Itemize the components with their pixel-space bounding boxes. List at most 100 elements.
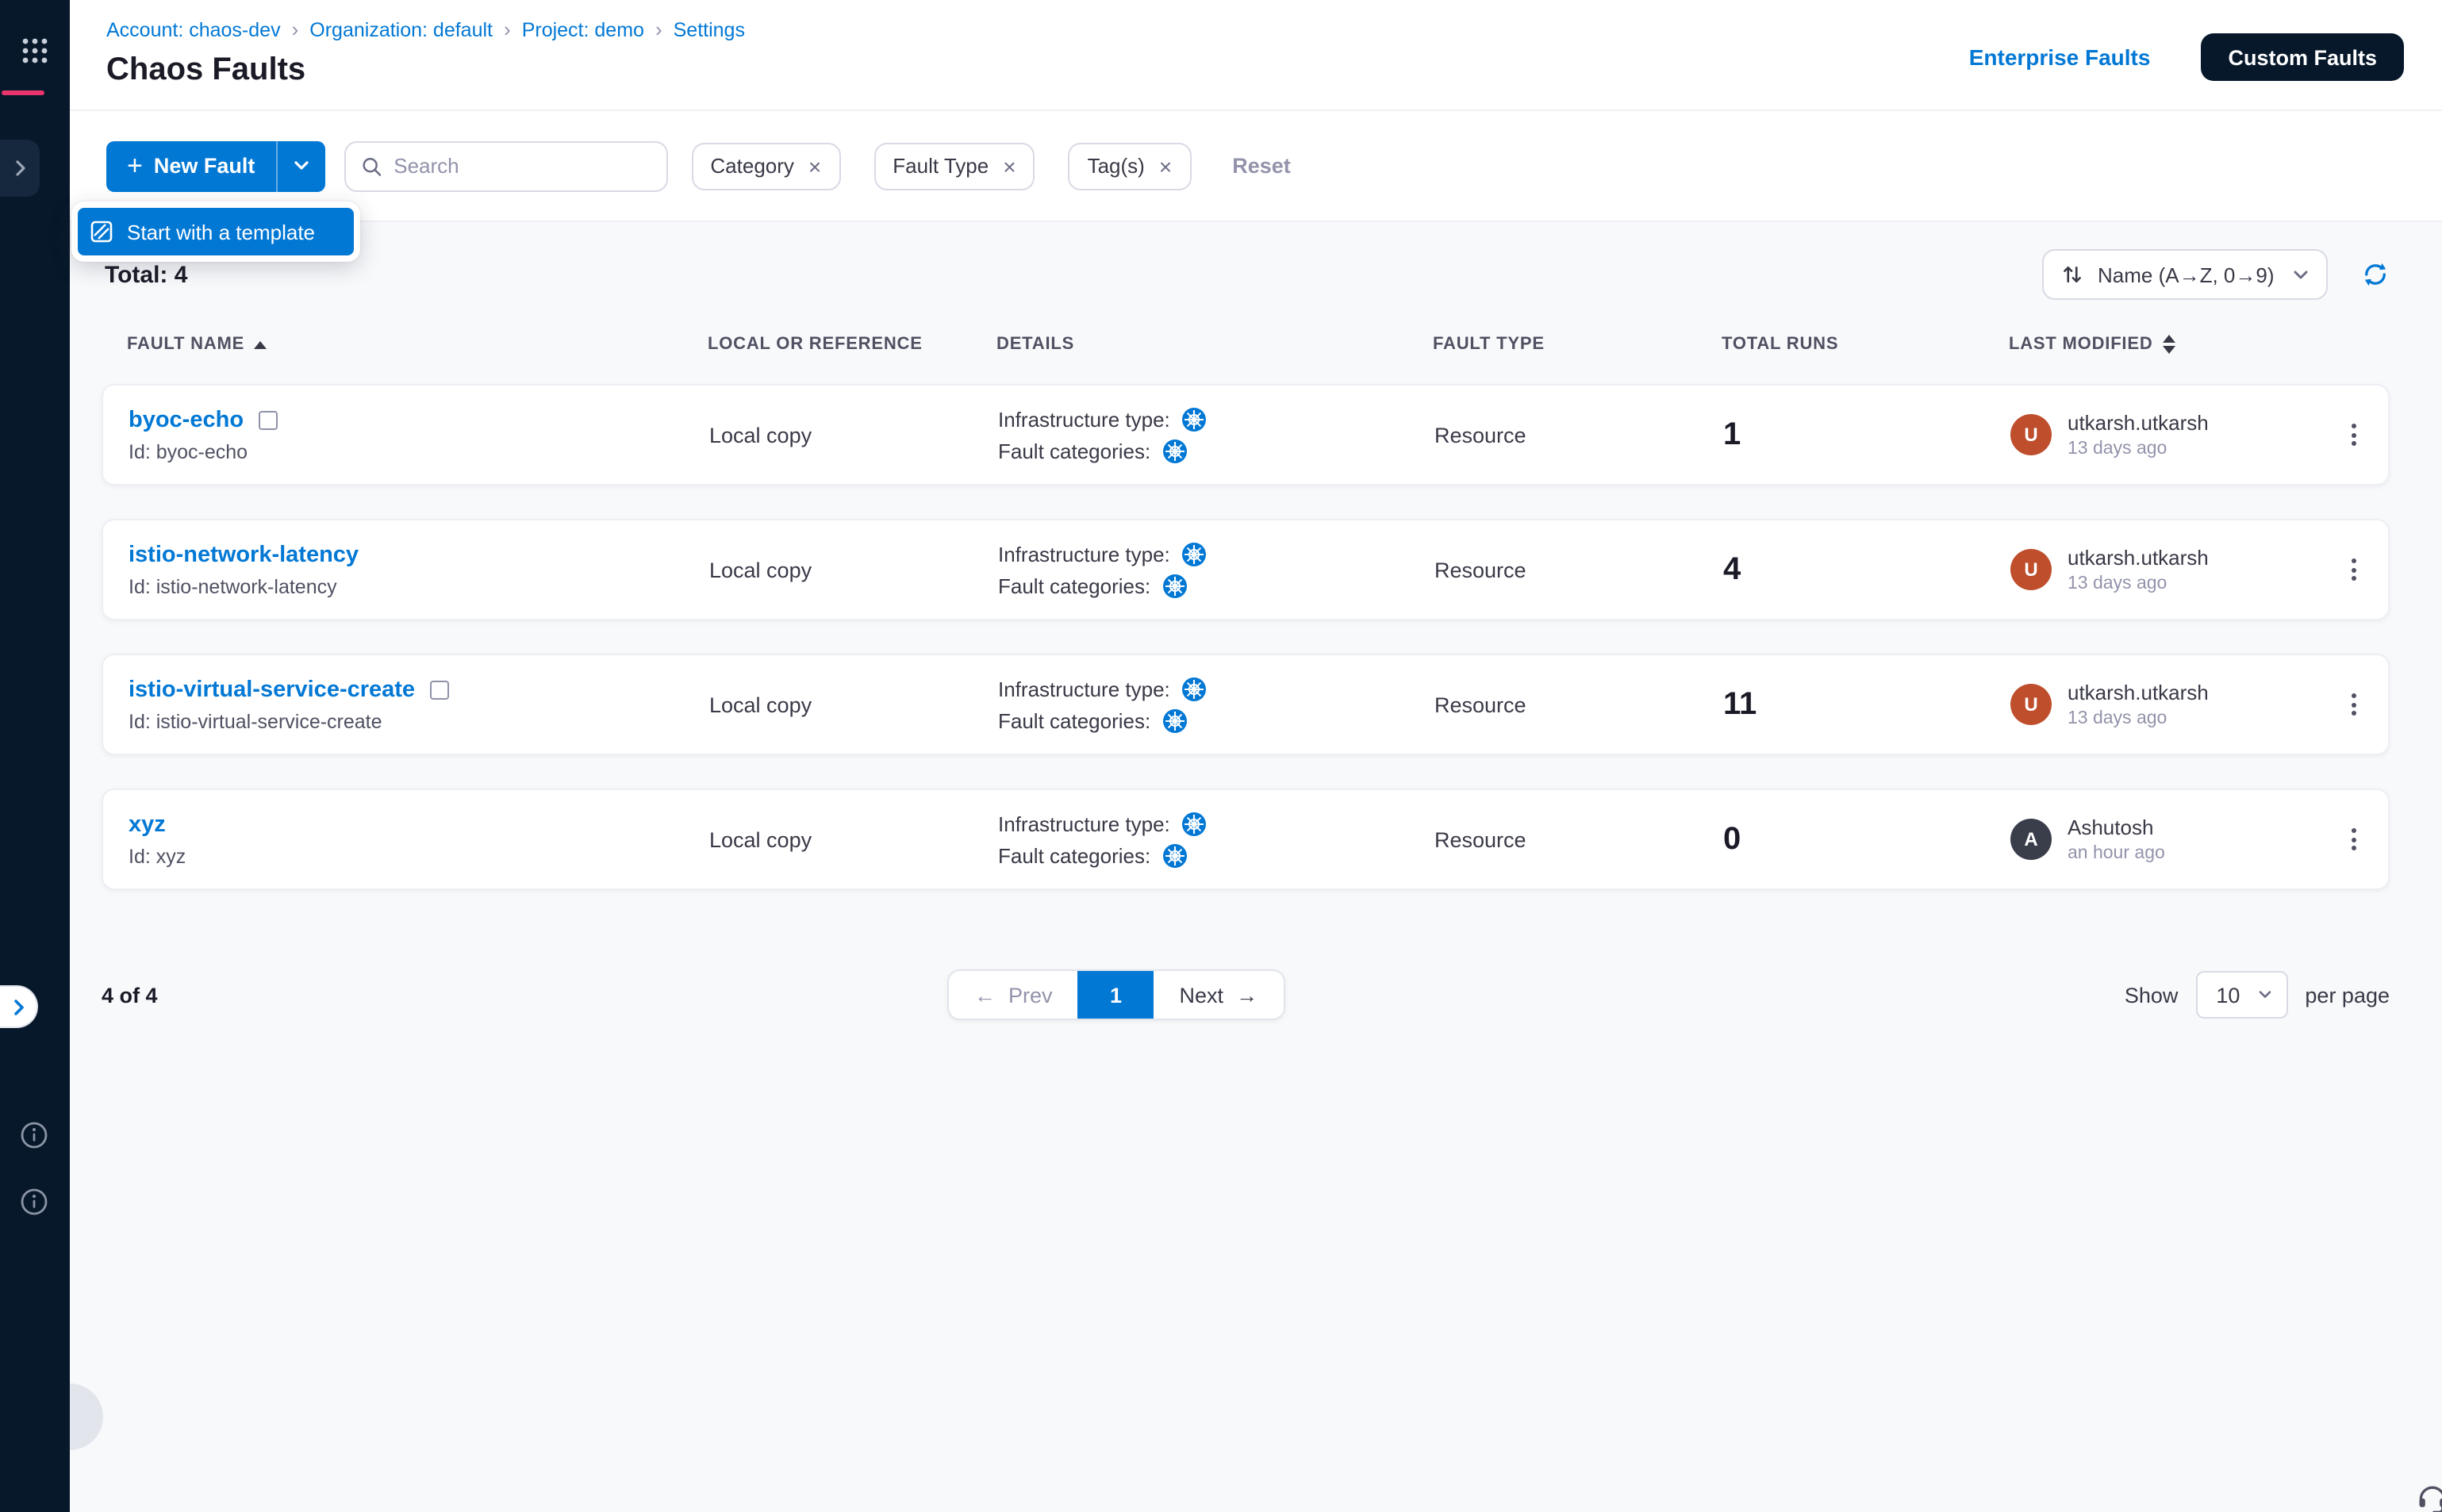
last-modified-cell: U utkarsh.utkarsh 13 days ago bbox=[2010, 546, 2318, 593]
total-runs-value: 11 bbox=[1723, 686, 2010, 723]
prev-page-button[interactable]: ← Prev bbox=[949, 971, 1078, 1019]
sort-dropdown[interactable]: Name (A→Z, 0→9) bbox=[2042, 249, 2328, 300]
custom-faults-button[interactable]: Custom Faults bbox=[2201, 33, 2404, 81]
menu-item-label: Start with a template bbox=[127, 220, 315, 244]
page-size-controls: Show 10 per page bbox=[2125, 971, 2390, 1019]
close-icon[interactable]: × bbox=[1159, 155, 1172, 177]
row-menu-button[interactable] bbox=[2318, 815, 2388, 863]
row-menu-button[interactable] bbox=[2318, 411, 2388, 459]
row-menu-button[interactable] bbox=[2318, 546, 2388, 593]
kubernetes-icon bbox=[1183, 677, 1207, 700]
fault-name-link[interactable]: istio-network-latency bbox=[129, 542, 359, 567]
chevron-right-icon: › bbox=[504, 17, 511, 41]
search-input[interactable] bbox=[394, 154, 650, 178]
faults-toolbar: + New Fault Start with a t bbox=[70, 111, 2442, 222]
total-runs-value: 0 bbox=[1723, 821, 2010, 858]
breadcrumb-project[interactable]: Project: demo bbox=[522, 18, 644, 40]
last-modified-cell: A Ashutosh an hour ago bbox=[2010, 815, 2318, 863]
per-page-label: per page bbox=[2305, 983, 2390, 1007]
refresh-button[interactable] bbox=[2361, 260, 2390, 289]
close-icon[interactable]: × bbox=[808, 155, 821, 177]
fault-name-link[interactable]: xyz bbox=[129, 812, 166, 837]
modified-by: Ashutosh bbox=[2068, 815, 2165, 839]
nav-open-tab[interactable] bbox=[0, 985, 38, 1028]
faults-list-section: Total: 4 Name (A→Z, 0→9) bbox=[70, 222, 2442, 1512]
filter-chip-category[interactable]: Category × bbox=[691, 142, 840, 190]
reset-filters-button[interactable]: Reset bbox=[1232, 154, 1291, 178]
fault-details: Infrastructure type: Fault categories: bbox=[998, 677, 1434, 732]
modified-time: 13 days ago bbox=[2068, 709, 2209, 728]
modified-by: utkarsh.utkarsh bbox=[2068, 681, 2209, 704]
page-1-button[interactable]: 1 bbox=[1078, 971, 1154, 1019]
fault-details: Infrastructure type: Fault categories: bbox=[998, 812, 1434, 867]
menu-item-start-with-template[interactable]: Start with a template bbox=[78, 208, 354, 255]
row-menu-button[interactable] bbox=[2318, 681, 2388, 728]
chevron-down-icon bbox=[293, 160, 309, 171]
filter-chip-label: Category bbox=[710, 154, 794, 178]
total-count-label: Total: 4 bbox=[102, 261, 187, 288]
fault-id: Id: istio-virtual-service-create bbox=[129, 710, 709, 732]
new-fault-split-button: + New Fault bbox=[106, 140, 324, 191]
support-headset-icon[interactable] bbox=[2415, 1480, 2442, 1512]
kubernetes-icon bbox=[1183, 407, 1207, 431]
fault-details: Infrastructure type: Fault categories: bbox=[998, 542, 1434, 597]
fault-categories-label: Fault categories: bbox=[998, 439, 1150, 462]
outline-square-icon bbox=[429, 680, 448, 699]
enterprise-faults-link[interactable]: Enterprise Faults bbox=[1969, 44, 2151, 70]
infrastructure-type-label: Infrastructure type: bbox=[998, 677, 1170, 700]
pagination-count: 4 of 4 bbox=[102, 983, 158, 1007]
local-or-reference-value: Local copy bbox=[709, 693, 998, 716]
column-last-modified[interactable]: LAST MODIFIED bbox=[2009, 335, 2320, 354]
info-icon[interactable] bbox=[21, 1122, 48, 1157]
page-size-select[interactable]: 10 bbox=[2195, 971, 2287, 1019]
fault-type-value: Resource bbox=[1434, 558, 1723, 581]
modified-by: utkarsh.utkarsh bbox=[2068, 546, 2209, 570]
page-header: Account: chaos-dev › Organization: defau… bbox=[70, 0, 2442, 111]
fault-type-value: Resource bbox=[1434, 423, 1723, 447]
sort-asc-icon bbox=[254, 340, 267, 348]
sort-arrows-icon bbox=[2061, 263, 2083, 286]
breadcrumb-settings[interactable]: Settings bbox=[674, 18, 745, 40]
fault-id: Id: byoc-echo bbox=[129, 440, 709, 462]
new-fault-dropdown-button[interactable] bbox=[277, 140, 324, 191]
filter-chip-label: Tag(s) bbox=[1088, 154, 1145, 178]
fault-name-link[interactable]: istio-virtual-service-create bbox=[129, 677, 415, 702]
avatar: U bbox=[2010, 549, 2052, 590]
help-icon[interactable] bbox=[21, 1188, 48, 1223]
last-modified-cell: U utkarsh.utkarsh 13 days ago bbox=[2010, 681, 2318, 728]
close-icon[interactable]: × bbox=[1003, 155, 1016, 177]
kubernetes-icon bbox=[1183, 542, 1207, 566]
total-runs-value: 4 bbox=[1723, 551, 2010, 588]
filter-chip-fault-type[interactable]: Fault Type × bbox=[874, 142, 1035, 190]
breadcrumb-organization[interactable]: Organization: default bbox=[309, 18, 493, 40]
plus-icon: + bbox=[127, 152, 143, 179]
sidebar-expand-tab[interactable] bbox=[0, 140, 40, 197]
prev-label: Prev bbox=[1008, 983, 1053, 1007]
column-fault-name[interactable]: FAULT NAME bbox=[127, 335, 708, 354]
fault-row: istio-network-latency Id: istio-network-… bbox=[102, 519, 2390, 620]
new-fault-label: New Fault bbox=[154, 154, 255, 178]
outline-square-icon bbox=[258, 410, 277, 429]
last-modified-cell: U utkarsh.utkarsh 13 days ago bbox=[2010, 411, 2318, 459]
refresh-icon bbox=[2361, 260, 2390, 289]
fault-row: istio-virtual-service-create Id: istio-v… bbox=[102, 654, 2390, 755]
page-size-value: 10 bbox=[2216, 983, 2240, 1007]
arrow-right-icon: → bbox=[1236, 983, 1257, 1007]
kubernetes-icon bbox=[1163, 843, 1187, 867]
kubernetes-icon bbox=[1163, 574, 1187, 597]
infrastructure-type-label: Infrastructure type: bbox=[998, 542, 1170, 566]
breadcrumb: Account: chaos-dev › Organization: defau… bbox=[106, 17, 745, 41]
app-grid-icon[interactable] bbox=[21, 36, 49, 73]
new-fault-button[interactable]: + New Fault bbox=[106, 140, 277, 191]
list-toolbar: Total: 4 Name (A→Z, 0→9) bbox=[102, 249, 2390, 300]
column-label: LAST MODIFIED bbox=[2009, 335, 2153, 354]
search-box bbox=[344, 140, 667, 191]
search-icon bbox=[361, 155, 381, 177]
pagination-pages: ← Prev 1 Next → bbox=[947, 969, 1284, 1020]
column-fault-type: FAULT TYPE bbox=[1433, 335, 1722, 354]
modified-time: 13 days ago bbox=[2068, 574, 2209, 593]
next-page-button[interactable]: Next → bbox=[1154, 971, 1284, 1019]
fault-name-link[interactable]: byoc-echo bbox=[129, 407, 244, 432]
breadcrumb-account[interactable]: Account: chaos-dev bbox=[106, 18, 281, 40]
filter-chip-tags[interactable]: Tag(s) × bbox=[1069, 142, 1192, 190]
